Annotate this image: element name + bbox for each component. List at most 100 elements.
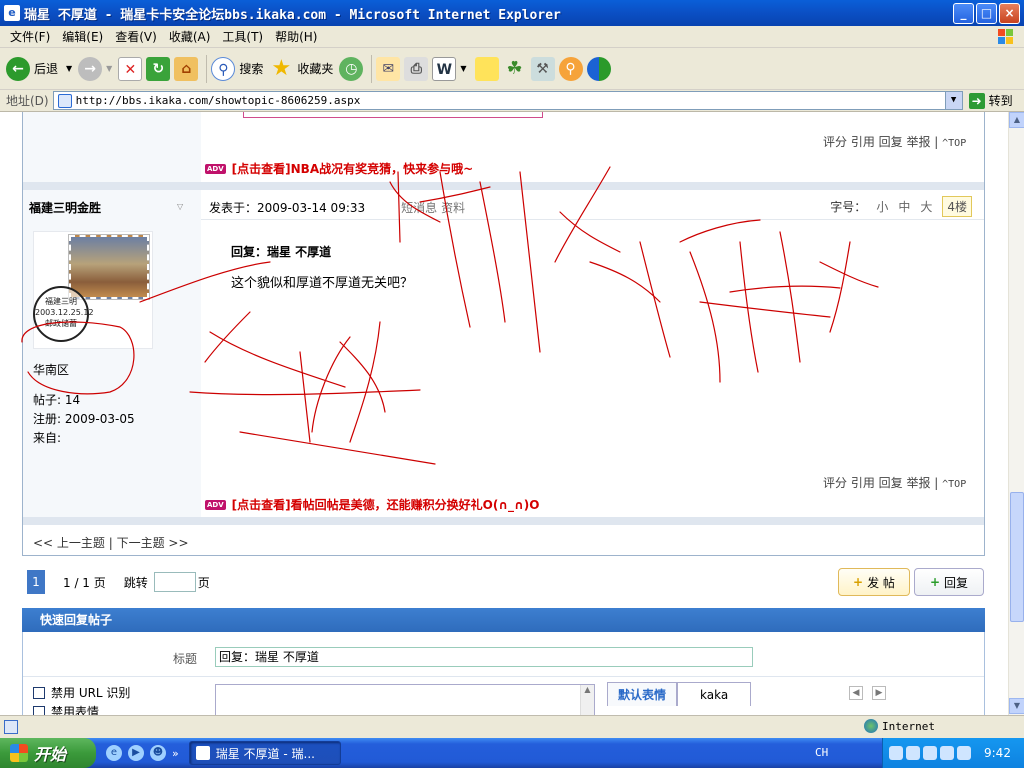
author-name[interactable]: 福建三明金胜	[29, 199, 101, 216]
chevron-down-icon[interactable]: ▼	[460, 64, 466, 73]
print-icon[interactable]: ⎙	[404, 56, 429, 81]
input-language[interactable]: CH	[815, 746, 828, 759]
chevron-down-icon[interactable]: ▼	[944, 92, 962, 109]
scroll-down-icon[interactable]: ▼	[1009, 698, 1024, 714]
font-large-button[interactable]: 大	[920, 198, 932, 215]
back-arrow-icon: ←	[6, 56, 30, 81]
stop-icon[interactable]: ✕	[118, 56, 143, 81]
disable-url-checkbox[interactable]: 禁用 URL 识别	[33, 684, 130, 701]
start-button[interactable]: 开始	[0, 738, 96, 768]
prev-post-footer: 评分 引用 回复 举报 | ^TOP	[823, 133, 966, 150]
favorites-button[interactable]: ★ 收藏夹	[269, 56, 333, 81]
network-icon[interactable]	[889, 746, 903, 760]
title-input[interactable]: 回复：瑞星 不厚道	[215, 647, 753, 667]
history-icon[interactable]: ◷	[339, 56, 364, 81]
disable-emoticon-label: 禁用表情	[51, 705, 100, 715]
tab-default-emoticons[interactable]: 默认表情	[607, 682, 678, 706]
title-label: 标题	[173, 652, 198, 666]
chevron-right-icon[interactable]: »	[172, 747, 179, 760]
prev-ad-row[interactable]: ADV [点击查看]NBA战况有奖竞猜，快来参与哦~	[205, 160, 473, 177]
volume-icon[interactable]	[957, 746, 971, 760]
title-bar: e 瑞星 不厚道 - 瑞星卡卡安全论坛bbs.ikaka.com - Micro…	[0, 0, 1024, 26]
postmark-seal: 福建三明 2003.12.25.12 邮政储蓄	[33, 286, 94, 342]
top-link[interactable]: ^TOP	[942, 479, 966, 490]
post-actions[interactable]: 评分 引用 回复 举报 |	[823, 476, 938, 490]
edit-word-icon[interactable]: W	[432, 56, 457, 81]
prev-top-link[interactable]: ^TOP	[942, 138, 966, 149]
back-button[interactable]: ← 后退 ▼	[6, 56, 72, 81]
tab-kaka-emoticons[interactable]: kaka	[677, 682, 752, 706]
security-zone: Internet	[864, 719, 935, 733]
font-small-button[interactable]: 小	[876, 198, 888, 215]
umbrella-icon[interactable]	[923, 746, 937, 760]
user-region: 华南区	[33, 363, 70, 377]
disable-emoticon-checkbox[interactable]: 禁用表情	[33, 703, 99, 715]
note-icon[interactable]	[474, 56, 499, 81]
font-medium-button[interactable]: 中	[898, 198, 910, 215]
new-post-button[interactable]: + 发 帖	[838, 568, 910, 596]
back-label: 后退	[34, 62, 59, 76]
quick-reply-header: 快速回复帖子	[22, 608, 985, 632]
close-button[interactable]: ×	[999, 3, 1020, 24]
next-arrow-icon[interactable]: ▶	[872, 686, 886, 700]
magnifier-icon[interactable]: ⚲	[558, 56, 583, 81]
font-size-label: 字号：	[830, 200, 867, 214]
update-icon[interactable]	[940, 746, 954, 760]
menu-view[interactable]: 查看(V)	[109, 28, 163, 45]
adv-badge-icon: ADV	[205, 163, 226, 174]
adv-badge-icon: ADV	[205, 499, 226, 510]
taskbar-ie-window[interactable]: 瑞星 不厚道 - 瑞...	[188, 741, 341, 765]
message-textarea[interactable]: ▲	[215, 684, 595, 715]
ie-icon[interactable]: e	[106, 745, 122, 761]
ikaka-logo-icon[interactable]	[586, 56, 611, 81]
chevron-down-icon[interactable]: ▼	[66, 64, 72, 73]
jump-page-input[interactable]	[153, 572, 196, 592]
refresh-icon[interactable]: ↻	[146, 56, 171, 81]
plant-icon[interactable]: ☘	[503, 57, 527, 81]
reply-button[interactable]: + 回复	[914, 568, 984, 596]
home-icon[interactable]: ⌂	[174, 56, 199, 81]
scrollbar-thumb[interactable]	[1010, 492, 1024, 622]
textarea-scroll-up-icon[interactable]: ▲	[580, 685, 594, 715]
plus-icon: +	[853, 575, 864, 589]
page-content: 评分 引用 回复 举报 | ^TOP ADV [点击查看]NBA战况有奖竞猜，快…	[0, 112, 1008, 715]
topic-navigation[interactable]: << 上一主题 | 下一主题 >>	[33, 534, 189, 551]
toolbar: ← 后退 ▼ → ▼ ✕ ↻ ⌂ ⚲ 搜索 ★ 收藏夹 ◷ ✉ ⎙ W ▼ ☘ …	[0, 48, 1024, 90]
tools-icon[interactable]: ⚒	[530, 56, 555, 81]
security-shield-icon[interactable]	[906, 746, 920, 760]
minimize-button[interactable]: _	[953, 3, 974, 24]
prev-ad-link[interactable]: [点击查看]NBA战况有奖竞猜，快来参与哦~	[232, 160, 474, 177]
vertical-scrollbar[interactable]: ▲ ▼	[1008, 112, 1024, 715]
mail-icon[interactable]: ✉	[376, 56, 401, 81]
profile-link[interactable]: 资料	[441, 199, 465, 216]
msn-icon[interactable]: ☻	[150, 745, 166, 761]
quote-frame	[243, 112, 543, 118]
message-link[interactable]: 短消息	[401, 199, 437, 216]
ad-row[interactable]: ADV [点击查看]看帖回帖是美德，还能赚积分换好礼O(∩_∩)O	[205, 496, 540, 513]
menu-tools[interactable]: 工具(T)	[216, 28, 269, 45]
checkbox-icon	[33, 705, 45, 715]
current-page[interactable]: 1	[27, 570, 45, 594]
task-item-label: 瑞星 不厚道 - 瑞...	[215, 746, 315, 761]
status-bar: Internet	[0, 715, 1024, 738]
page-icon	[57, 93, 72, 108]
ad-link[interactable]: [点击查看]看帖回帖是美德，还能赚积分换好礼O(∩_∩)O	[232, 496, 540, 513]
chevron-down-icon[interactable]: ▽	[177, 202, 183, 211]
prev-arrow-icon[interactable]: ◀	[849, 686, 863, 700]
media-icon[interactable]: ▶	[128, 745, 144, 761]
address-input[interactable]: http://bbs.ikaka.com/showtopic-8606259.a…	[52, 91, 963, 110]
search-button[interactable]: ⚲ 搜索	[211, 56, 263, 81]
go-button[interactable]: ➜ 转到	[968, 92, 1013, 109]
menu-help[interactable]: 帮助(H)	[269, 28, 323, 45]
menu-file[interactable]: 文件(F)	[4, 28, 56, 45]
clock[interactable]: 9:42	[984, 746, 1011, 760]
chevron-down-icon[interactable]: ▼	[106, 64, 112, 73]
forward-button[interactable]: → ▼	[78, 56, 112, 81]
forward-arrow-icon: →	[78, 56, 103, 81]
scroll-up-icon[interactable]: ▲	[1009, 112, 1024, 128]
menu-edit[interactable]: 编辑(E)	[56, 28, 109, 45]
prev-post-actions[interactable]: 评分 引用 回复 举报 |	[823, 135, 938, 149]
maximize-button[interactable]: □	[976, 3, 997, 24]
menu-favorites[interactable]: 收藏(A)	[163, 28, 217, 45]
jump-label: 跳转	[123, 575, 148, 590]
